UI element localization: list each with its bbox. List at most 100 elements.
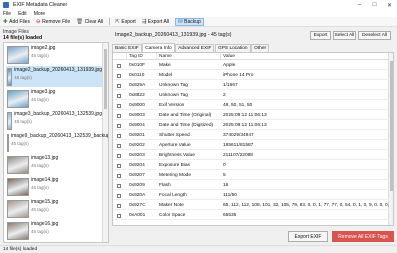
row-checkbox[interactable] [117, 203, 121, 208]
row-checkbox[interactable] [117, 213, 121, 218]
thumbnail-info: image2.jpg 45 tag(s) [31, 44, 55, 65]
title-bar: EXIF Metadata Cleaner – □ ✕ [0, 0, 397, 10]
row-checkbox[interactable] [117, 93, 121, 98]
table-row[interactable]: 0x9000 Exif Version 48, 50, 51, 50 [113, 101, 389, 110]
table-row[interactable]: 0x927C Maker Note 65, 112, 112, 108, 101, … [113, 201, 389, 210]
thumbnail-info: image14.jpg 45 tag(s) [31, 176, 58, 197]
cell-tag-id: 0x9004 [129, 123, 145, 128]
header-tag-id[interactable]: Tag ID [127, 53, 157, 60]
tag-count: 45 tag(s) [14, 118, 32, 124]
row-checkbox[interactable] [117, 173, 121, 178]
image-files-panel: Image Files 14 file(s) loaded image2.jpg… [3, 29, 109, 243]
cell-value: 0 [223, 163, 226, 168]
cell-name: Metering Mode [159, 173, 191, 178]
row-checkbox[interactable] [117, 193, 121, 198]
table-row[interactable]: 0x9204 Exposure Bias 0 [113, 161, 389, 170]
table-row[interactable]: 0x9209 Flash 16 [113, 181, 389, 190]
list-item[interactable]: image13.jpg 45 tag(s) [6, 154, 102, 175]
export-button[interactable]: ⇱ Export [115, 19, 136, 25]
table-row[interactable]: 0x9201 Shutter Speed 374029/34947 [113, 131, 389, 140]
cell-tag-id: 0x9207 [129, 173, 145, 178]
list-item[interactable]: image2_backup_20260413_131939.jpg 45 tag(… [6, 66, 102, 87]
table-scrollbar-thumb[interactable] [390, 61, 393, 191]
tag-count: 45 tag(s) [31, 184, 49, 190]
list-item[interactable]: image9_backup_20260413_132539_backup_202… [6, 132, 108, 153]
row-checkbox[interactable] [117, 163, 121, 168]
clear-all-button[interactable]: 🗑 Clear All [76, 19, 103, 25]
row-checkbox[interactable] [117, 183, 121, 188]
tab-advanced-exif[interactable]: Advanced EXIF [175, 44, 215, 52]
list-item[interactable]: image3_backup_20260413_132539.jpg 45 tag(… [6, 110, 102, 131]
menu-more[interactable]: More [34, 11, 45, 17]
remove-file-button[interactable]: ⊖ Remove File [36, 19, 70, 25]
list-item[interactable]: image2.jpg 45 tag(s) [6, 44, 102, 65]
thumbnail-list[interactable]: image2.jpg 45 tag(s) image2_backup_2026041… [3, 42, 109, 243]
row-checkbox[interactable] [117, 63, 121, 68]
list-item[interactable]: image3.jpg 45 tag(s) [6, 88, 102, 109]
tag-count: 45 tag(s) [31, 206, 49, 212]
select-all-button[interactable]: Select All [333, 31, 356, 40]
thumbnail-info: image16.jpg 45 tag(s) [31, 220, 58, 241]
table-row[interactable]: 0x010F Make Apple [113, 61, 389, 70]
scrollbar-thumb[interactable] [104, 49, 107, 109]
table-row[interactable]: 0x8822 Unknown Tag 2 [113, 91, 389, 100]
table-row[interactable]: 0x9207 Metering Mode 5 [113, 171, 389, 180]
tab-gps-location[interactable]: GPS Location [214, 44, 251, 52]
cell-tag-id: 0x0110 [129, 73, 145, 78]
toolbar: ✚ Add Files ⊖ Remove File 🗑 Clear All ⇱ … [0, 17, 397, 27]
row-checkbox[interactable] [117, 113, 121, 118]
table-row[interactable]: 0x9004 Date and Time (Digitized) 2025:09:1… [113, 121, 389, 130]
cell-name: Date and Time (Digitized) [159, 123, 214, 128]
close-icon[interactable]: ✕ [382, 0, 397, 10]
export-all-button[interactable]: ⇶ Export All [142, 19, 169, 25]
plus-icon: ✚ [3, 18, 8, 25]
deselect-all-button[interactable]: Deselect All [358, 31, 391, 40]
row-checkbox[interactable] [117, 103, 121, 108]
table-row[interactable]: 0x920A Focal Length 111/50 [113, 191, 389, 200]
thumbnail-info: image3_backup_20260413_132539.jpg 45 tag(… [14, 110, 102, 131]
file-name: image2_backup_20260413_131939.jpg [14, 67, 102, 73]
window-title: EXIF Metadata Cleaner [13, 2, 68, 8]
list-item[interactable]: image14.jpg 45 tag(s) [6, 176, 102, 197]
row-checkbox[interactable] [117, 83, 121, 88]
export-all-icon: ⇶ [141, 18, 147, 25]
table-row[interactable]: 0x9202 Aperture Value 185611/81587 [113, 141, 389, 150]
cell-tag-id: 0x9204 [129, 163, 145, 168]
list-item[interactable]: image15.jpg 45 tag(s) [6, 198, 102, 219]
thumbnail-image [7, 155, 29, 174]
cell-value: 16 [223, 183, 229, 188]
menu-edit[interactable]: Edit [18, 11, 27, 17]
header-name[interactable]: Name [157, 53, 221, 60]
add-files-button[interactable]: ✚ Add Files [3, 19, 30, 25]
cell-name: Model [159, 73, 173, 78]
file-name: image14.jpg [31, 177, 59, 183]
table-row[interactable]: 0x9203 Brightness Value 211107/22088 [113, 151, 389, 160]
table-row[interactable]: 0x0110 Model iPhone 14 Pro [113, 71, 389, 80]
thumbnail-info: image15.jpg 45 tag(s) [31, 198, 58, 219]
backup-button[interactable]: ⛁ Backup [175, 17, 204, 26]
maximize-icon[interactable]: □ [367, 0, 382, 10]
tag-count: 45 tag(s) [31, 162, 49, 168]
cell-value: 2025:09:12 11:06:13 [223, 123, 267, 128]
table-row[interactable]: 0xA001 Color Space 65535 [113, 211, 389, 220]
table-row[interactable]: 0x9003 Date and Time (Original) 2025:09:12… [113, 111, 389, 120]
tab-basic-exif[interactable]: Basic EXIF [112, 44, 142, 52]
list-item[interactable]: image16.jpg 45 tag(s) [6, 220, 102, 241]
menu-file[interactable]: File [3, 11, 11, 17]
minimize-icon[interactable]: – [352, 0, 367, 10]
row-checkbox[interactable] [117, 153, 121, 158]
export-tags-button[interactable]: Export [310, 31, 331, 40]
tab-camera-info[interactable]: Camera Info [142, 43, 175, 52]
table-row[interactable]: 0x829A Unknown Tag 1/1667 [113, 81, 389, 90]
row-checkbox[interactable] [117, 133, 121, 138]
remove-all-exif-button[interactable]: Remove All EXIF Tags [332, 231, 394, 242]
row-checkbox[interactable] [117, 143, 121, 148]
thumbnail-image [7, 111, 13, 130]
header-value[interactable]: Value [221, 53, 389, 60]
thumbnail-image [7, 221, 29, 240]
backup-icon: ⛁ [178, 18, 183, 25]
row-checkbox[interactable] [117, 73, 121, 78]
tab-other[interactable]: Other [251, 44, 270, 52]
export-exif-button[interactable]: Export EXIF [288, 231, 328, 242]
row-checkbox[interactable] [117, 123, 121, 128]
